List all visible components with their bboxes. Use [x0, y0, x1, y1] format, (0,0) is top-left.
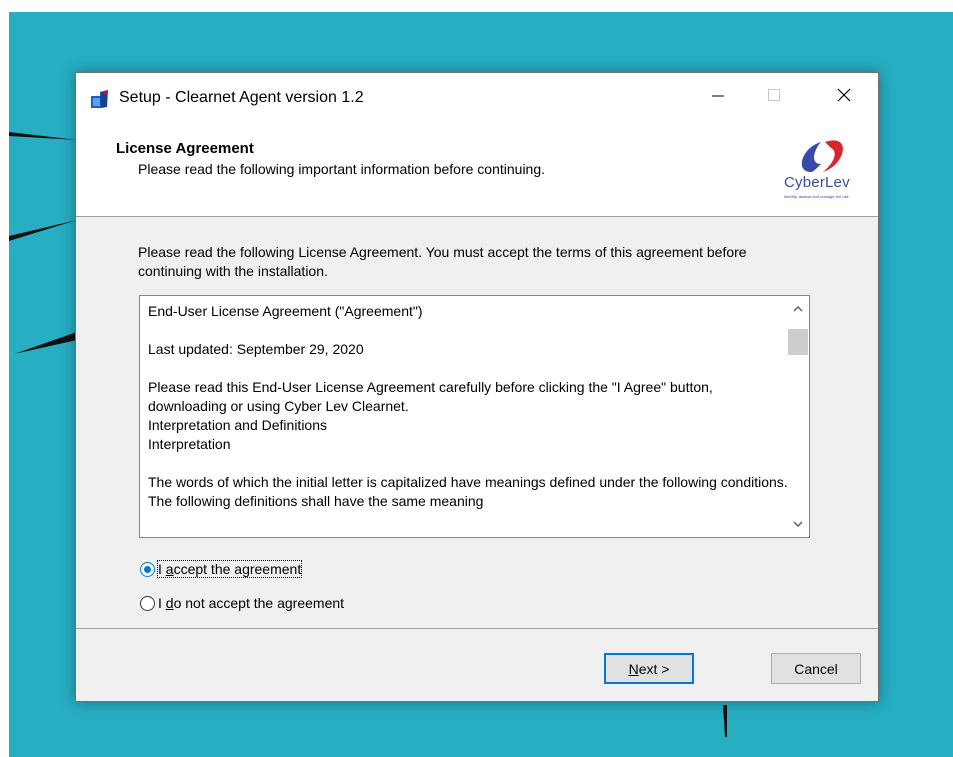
license-textbox[interactable]: End-User License Agreement ("Agreement")… [139, 295, 810, 538]
accept-label[interactable]: I accept the agreement [156, 560, 303, 578]
license-line: Interpretation [148, 436, 231, 452]
accept-radio-option[interactable]: I accept the agreement [140, 558, 303, 580]
license-scrollbar[interactable] [787, 296, 809, 537]
page-subtitle: Please read the following important info… [138, 161, 546, 177]
accept-radio[interactable] [140, 561, 155, 577]
next-button[interactable]: Next > [604, 653, 694, 684]
decline-radio-option[interactable]: I do not accept the agreement [140, 592, 344, 614]
logo-wordmark: CyberLev [784, 174, 850, 191]
maximize-button[interactable] [746, 73, 802, 117]
license-paragraph: Please read this End-User License Agreem… [148, 379, 713, 414]
license-line: Interpretation and Definitions [148, 417, 327, 433]
page-title: License Agreement [116, 140, 254, 157]
setup-window: Setup - Clearnet Agent version 1.2 Licen… [75, 72, 879, 702]
close-button[interactable] [816, 73, 872, 117]
license-updated: Last updated: September 29, 2020 [148, 341, 364, 357]
instructions-text: Please read the following License Agreem… [138, 244, 747, 279]
window-title: Setup - Clearnet Agent version 1.2 [119, 89, 364, 106]
license-heading: End-User License Agreement ("Agreement") [148, 303, 423, 319]
scrollbar-thumb[interactable] [788, 329, 808, 355]
wizard-header: License Agreement Please read the follow… [76, 127, 878, 217]
scroll-up-button[interactable] [787, 296, 809, 322]
cancel-button[interactable]: Cancel [771, 653, 861, 684]
minimize-button[interactable] [690, 73, 746, 117]
chevron-down-icon [793, 521, 803, 527]
close-icon [837, 88, 851, 102]
logo-tagline: Identify, assess and manage the risk [784, 194, 849, 199]
setup-app-icon [91, 90, 108, 108]
cyberlev-logo-mark [801, 140, 843, 172]
license-paragraph: The words of which the initial letter is… [148, 474, 788, 509]
title-bar[interactable]: Setup - Clearnet Agent version 1.2 [76, 73, 878, 127]
maximize-icon [768, 89, 780, 101]
license-content: End-User License Agreement ("Agreement")… [148, 302, 788, 511]
scroll-down-button[interactable] [787, 511, 809, 537]
decline-radio[interactable] [140, 595, 155, 611]
minimize-icon [712, 95, 724, 97]
cyberlev-logo: CyberLev Identify, assess and manage the… [781, 134, 873, 204]
footer-divider [76, 628, 878, 629]
decline-label[interactable]: I do not accept the agreement [158, 595, 344, 611]
chevron-up-icon [793, 306, 803, 312]
